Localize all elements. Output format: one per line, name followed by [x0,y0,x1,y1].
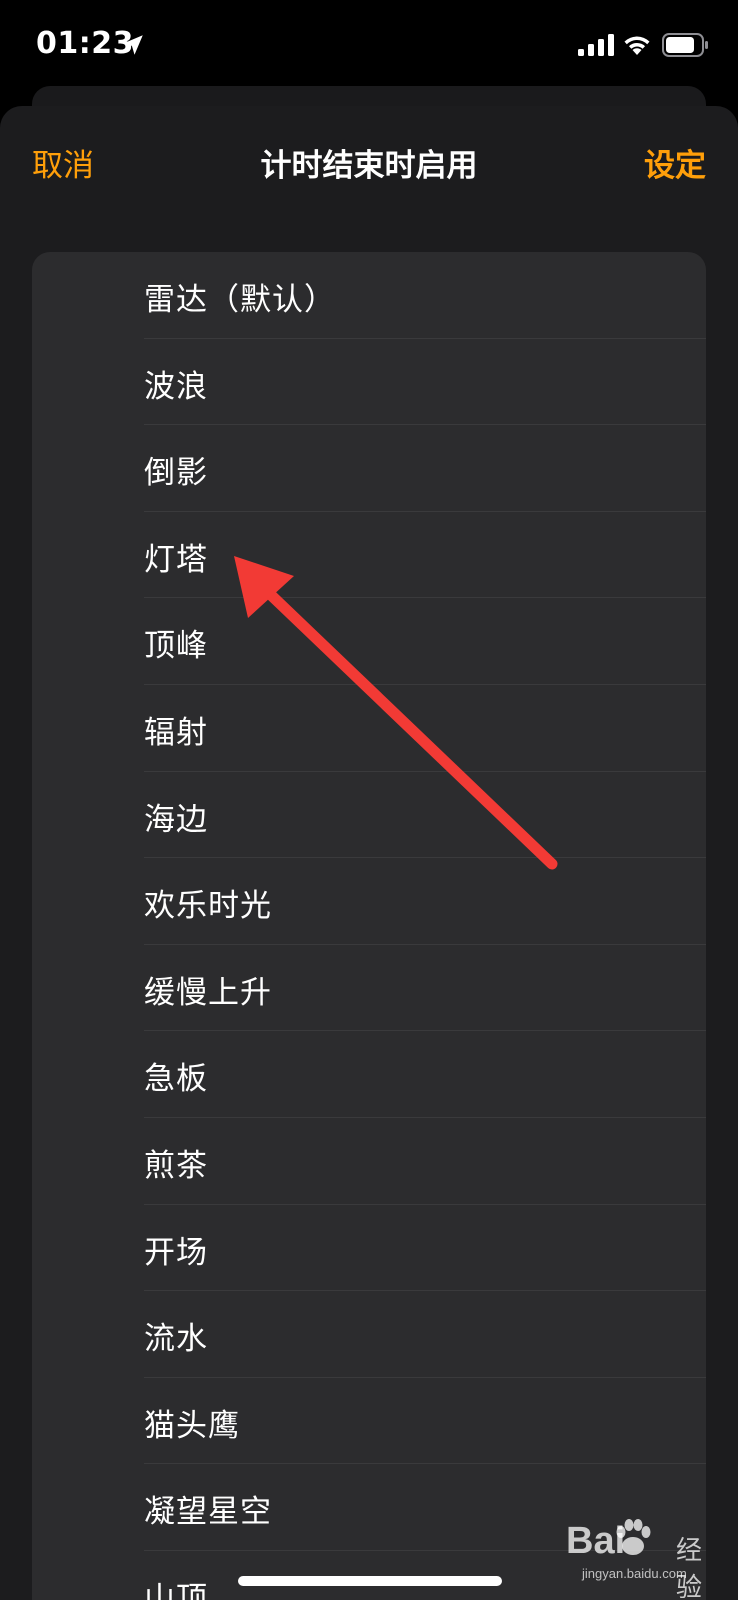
sound-item-radar[interactable]: 雷达（默认） [32,252,706,339]
sound-item-waves[interactable]: 波浪 [32,339,706,426]
wifi-icon [624,36,650,55]
sound-item-opening[interactable]: 开场 [32,1205,706,1292]
sound-item-label: 山顶 [144,1580,208,1600]
sound-item-label: 海边 [144,801,208,838]
battery-icon [662,33,708,57]
sound-item-seaside[interactable]: 海边 [32,772,706,859]
sound-item-reflection[interactable]: 倒影 [32,425,706,512]
sound-item-happy-hour[interactable]: 欢乐时光 [32,858,706,945]
sound-item-stream[interactable]: 流水 [32,1291,706,1378]
sound-item-sencha[interactable]: 煎茶 [32,1118,706,1205]
sound-item-label: 急板 [144,1061,208,1098]
sound-item-summit[interactable]: 顶峰 [32,598,706,685]
baidu-watermark: Bai 经验 jingyan.baidu.com [566,1516,726,1600]
sound-item-label: 凝望星空 [144,1494,272,1531]
sound-item-label: 顶峰 [144,628,208,665]
modal-sheet: 取消 计时结束时启用 设定 雷达（默认） 波浪 倒影 灯塔 顶峰 辐射 海边 欢… [0,106,738,1600]
status-bar: 01:23 [0,0,738,90]
home-indicator[interactable] [238,1576,502,1586]
sound-item-label: 煎茶 [144,1147,208,1184]
watermark-suffix: 经验 [676,1536,703,1600]
sound-item-label: 开场 [144,1234,208,1271]
sound-item-label: 倒影 [144,455,208,492]
sound-item-label: 辐射 [144,714,208,751]
sound-item-label: 流水 [144,1321,208,1358]
sound-item-slow-rise[interactable]: 缓慢上升 [32,945,706,1032]
sound-item-night-owl[interactable]: 猫头鹰 [32,1378,706,1465]
sound-item-radiate[interactable]: 辐射 [32,685,706,772]
nav-title: 计时结束时启用 [260,148,478,184]
baidu-paw-icon [616,1519,651,1555]
sound-item-label: 雷达（默认） [144,282,336,318]
sound-item-label: 灯塔 [144,541,208,578]
signal-icon [578,34,614,56]
watermark-url: jingyan.baidu.com [582,1566,687,1581]
sound-item-label: 猫头鹰 [144,1407,240,1444]
screen: 01:23 取消 计时结束时启用 设定 雷达（默认） 波浪 倒影 灯塔 顶峰 辐… [0,0,738,1600]
sound-item-label: 缓慢上升 [144,974,272,1011]
sound-item-label: 欢乐时光 [144,888,272,925]
sound-item-beacon[interactable]: 灯塔 [32,512,706,599]
sound-item-presto[interactable]: 急板 [32,1031,706,1118]
sound-list: 雷达（默认） 波浪 倒影 灯塔 顶峰 辐射 海边 欢乐时光 缓慢上升 急板 煎茶… [32,252,706,1600]
nav-bar: 取消 计时结束时启用 设定 [0,106,738,216]
sound-item-label: 波浪 [144,368,208,405]
location-arrow-icon [123,35,143,55]
set-button[interactable]: 设定 [644,140,706,185]
